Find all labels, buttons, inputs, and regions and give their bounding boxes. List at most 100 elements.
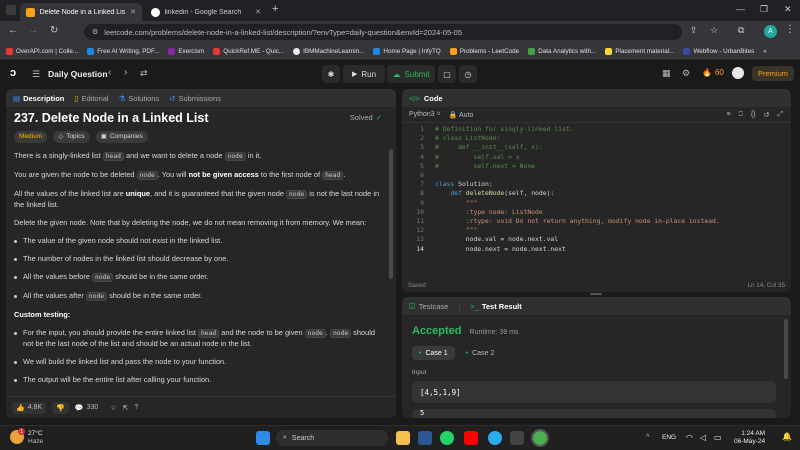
timer-button[interactable]: ◷ (459, 65, 477, 83)
battery-icon[interactable]: ▭ (714, 433, 722, 442)
weather-widget[interactable]: 27°C Haze (28, 430, 43, 446)
comments-button[interactable]: 💬 330 (75, 404, 98, 412)
debug-button[interactable]: ✱ (322, 65, 340, 83)
whatsapp-icon[interactable] (440, 431, 454, 445)
reset-icon[interactable]: ↺ (764, 111, 770, 119)
youtube-icon[interactable] (464, 431, 478, 445)
paragraph: You are given the node to be deleted nod… (14, 170, 346, 180)
wifi-icon[interactable]: ◠ (686, 433, 693, 442)
close-tab-icon[interactable]: ✕ (255, 8, 261, 16)
code-text: # def __init__(self, x): (435, 143, 543, 152)
url-field[interactable]: ⚙ leetcode.com/problems/delete-node-in-a… (84, 24, 682, 40)
maximize-icon[interactable]: ❐ (760, 4, 768, 15)
windows-start-icon[interactable] (256, 431, 270, 445)
dislike-button[interactable]: 👎 (52, 401, 69, 414)
menu-icon[interactable]: ≡ (727, 111, 731, 119)
settings-gear-icon[interactable]: ⚙ (682, 68, 690, 79)
settings-app-icon[interactable] (510, 431, 524, 445)
bookmark-item[interactable]: QuickRef.ME - Quic... (213, 47, 284, 55)
new-tab-button[interactable]: + (272, 3, 278, 15)
clock[interactable]: 1:24 AM 06-May-24 (734, 430, 765, 446)
extensions-icon[interactable]: ⧉ (738, 25, 744, 36)
bookmark-item[interactable]: Problems - LeetCode (449, 47, 519, 55)
prev-problem-icon[interactable]: ‹ (108, 67, 111, 78)
layout-icon[interactable]: ▦ (662, 68, 671, 79)
back-arrow-icon[interactable]: ← (8, 25, 18, 36)
problem-list-icon[interactable]: ☰ (32, 69, 40, 80)
bookmark-star-icon[interactable]: ☆ (710, 25, 718, 36)
format-braces-icon[interactable]: {} (751, 111, 756, 119)
daily-question-link[interactable]: Daily Question (48, 69, 108, 79)
code-line: 7 class Solution: (406, 180, 786, 189)
chrome-icon[interactable] (531, 429, 549, 447)
app-l-icon[interactable] (418, 431, 432, 445)
tab-description[interactable]: ▤ Description (13, 94, 64, 103)
submit-label: Submit (404, 69, 430, 79)
taskbar-search[interactable]: ⌕ Search (276, 430, 388, 446)
bookmark-icon[interactable]: ⎕ (739, 111, 743, 119)
tab-testcase[interactable]: ☑ Testcase (409, 302, 448, 311)
reload-icon[interactable]: ↻ (50, 25, 58, 36)
forward-arrow-icon[interactable]: → (28, 25, 38, 36)
terminal-icon: >_ (470, 301, 479, 311)
result-scrollbar[interactable] (784, 319, 788, 379)
notifications-bell-icon[interactable]: 🔔 (782, 432, 792, 441)
leetcode-logo-icon[interactable]: ↄ (10, 67, 22, 81)
site-info-icon[interactable]: ⚙ (92, 28, 98, 36)
bookmark-item[interactable]: Home Page | InfyTQ (373, 47, 441, 55)
bookmark-item[interactable]: Webflow - UrbanBites (683, 47, 754, 55)
run-button[interactable]: ▶ Run (343, 65, 385, 83)
companies-chip[interactable]: ▣ Companies (95, 131, 148, 143)
help-icon[interactable]: ? (134, 404, 138, 411)
close-tab-icon[interactable]: ✕ (130, 8, 136, 16)
streak-counter[interactable]: 🔥 60 (702, 68, 724, 77)
browser-tab-leetcode[interactable]: Delete Node in a Linked List - L ✕ (20, 3, 142, 21)
bookmark-item[interactable]: Exercism (168, 47, 204, 55)
share-icon[interactable]: ⇱ (123, 404, 129, 412)
browser-tab-google[interactable]: linkedin - Google Search ✕ (145, 3, 267, 21)
language-select[interactable]: Python3 ˅ (409, 111, 441, 118)
profile-avatar[interactable]: A (764, 25, 777, 38)
tray-overflow-icon[interactable]: ^ (646, 434, 649, 441)
bookmark-item[interactable]: Placement material... (605, 47, 674, 55)
description-scrollbar[interactable] (389, 149, 393, 279)
browser-menu-icon[interactable]: ⋮ (785, 24, 795, 35)
code-line: 8 def deleteNode(self, node): (406, 189, 786, 198)
submit-button[interactable]: ☁ Submit (387, 65, 435, 83)
leetcode-icon (449, 47, 457, 55)
bookmark-item[interactable]: OverAPI.com | Colle... (6, 47, 78, 55)
notes-button[interactable]: ▢ (438, 65, 456, 83)
bookmark-item[interactable]: Data Analytics with... (528, 47, 596, 55)
language-indicator[interactable]: ENG (662, 434, 676, 441)
topics-chip[interactable]: ◇ Topics (53, 131, 90, 143)
tab-submissions[interactable]: ↺ Submissions (169, 94, 221, 103)
next-problem-icon[interactable]: › (124, 67, 127, 78)
shuffle-icon[interactable]: ⇄ (140, 68, 148, 79)
code-editor[interactable]: 1 # Definition for singly-linked list. 2 # … (406, 125, 786, 254)
panel-resize-handle[interactable] (590, 293, 602, 295)
tab-solutions[interactable]: ⚗ Solutions (119, 94, 160, 103)
bookmarks-overflow[interactable]: » (763, 48, 767, 55)
tab-editorial[interactable]: ▯ Editorial (74, 94, 108, 103)
case-1-tab[interactable]: • Case 1 (412, 346, 455, 360)
fullscreen-icon[interactable]: ⤢ (777, 111, 783, 119)
tab-test-result[interactable]: >_ Test Result (470, 302, 521, 311)
like-button[interactable]: 👍 4.8K (12, 401, 47, 414)
user-avatar[interactable] (732, 67, 744, 79)
code-icon: </> (409, 93, 420, 103)
volume-icon[interactable]: ◁ (700, 433, 706, 442)
share-icon[interactable]: ⇪ (690, 25, 698, 36)
bookmark-item[interactable]: Free AI Writing, PDF... (87, 47, 159, 55)
close-window-icon[interactable]: ✕ (784, 4, 792, 15)
code-text: node.val = node.next.val (435, 235, 559, 244)
file-explorer-icon[interactable] (396, 431, 410, 445)
tab-search-icon[interactable] (6, 5, 16, 15)
difficulty-badge: Medium (14, 131, 48, 143)
favorite-star-icon[interactable]: ☆ (110, 404, 116, 412)
telegram-icon[interactable] (488, 431, 502, 445)
premium-button[interactable]: Premium (752, 66, 794, 81)
autocomplete-mode[interactable]: 🔒 Auto (449, 111, 474, 119)
case-2-tab[interactable]: • Case 2 (461, 346, 500, 360)
bookmark-item[interactable]: IBMMachineLearnin... (293, 47, 364, 55)
minimize-icon[interactable]: — (736, 4, 745, 14)
